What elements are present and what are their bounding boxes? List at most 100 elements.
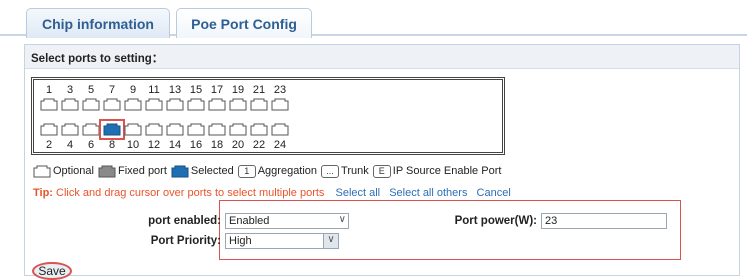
port-5[interactable] bbox=[82, 98, 100, 111]
port-selector: 1 3 5 7 9 11 13 15 17 19 21 23 2 4 6 8 10 12 14 16 18 20 22 24 bbox=[31, 77, 505, 155]
legend-optional-label: Optional bbox=[53, 165, 94, 177]
port-icon bbox=[103, 123, 121, 136]
port-12[interactable] bbox=[145, 123, 163, 136]
port-number: 3 bbox=[66, 84, 74, 96]
legend-ip-source-label: IP Source Enable Port bbox=[392, 165, 502, 177]
tab-poe-port-config[interactable]: Poe Port Config bbox=[176, 8, 312, 38]
chevron-down-icon: ∨ bbox=[338, 214, 346, 225]
port-icon bbox=[271, 123, 289, 136]
port-enabled-select[interactable]: Enabled ∨ bbox=[225, 213, 349, 229]
select-all-others-link[interactable]: Select all others bbox=[389, 187, 467, 199]
port-19[interactable] bbox=[229, 98, 247, 111]
port-priority-label: Port Priority: bbox=[150, 235, 221, 247]
port-22[interactable] bbox=[250, 123, 268, 136]
port-number: 16 bbox=[189, 139, 203, 151]
port-7[interactable] bbox=[103, 98, 121, 111]
save-button-label: Save bbox=[38, 264, 66, 278]
port-9[interactable] bbox=[124, 98, 142, 111]
port-priority-value: High bbox=[229, 235, 252, 247]
port-number: 15 bbox=[189, 84, 203, 96]
port-16[interactable] bbox=[187, 123, 205, 136]
port-number: 11 bbox=[148, 84, 160, 96]
port-power-input[interactable]: 23 bbox=[541, 213, 667, 229]
selected-port-icon bbox=[171, 165, 189, 177]
port-20[interactable] bbox=[229, 123, 247, 136]
port-icon bbox=[166, 98, 184, 111]
optional-port-icon bbox=[33, 165, 51, 177]
port-number: 17 bbox=[210, 84, 224, 96]
port-icon bbox=[61, 98, 79, 111]
port-icon bbox=[40, 98, 58, 111]
port-number: 9 bbox=[129, 84, 137, 96]
port-14[interactable] bbox=[166, 123, 184, 136]
port-icon bbox=[250, 98, 268, 111]
port-number: 2 bbox=[45, 139, 53, 151]
port-number: 22 bbox=[252, 139, 266, 151]
cancel-link[interactable]: Cancel bbox=[477, 187, 511, 199]
port-23[interactable] bbox=[271, 98, 289, 111]
port-icon bbox=[124, 98, 142, 111]
legend-aggregation-label: Aggregation bbox=[257, 165, 318, 177]
port-enabled-label: port enabled: bbox=[148, 215, 221, 227]
port-21[interactable] bbox=[250, 98, 268, 111]
tip-text: Click and drag cursor over ports to sele… bbox=[56, 187, 325, 199]
port-15[interactable] bbox=[187, 98, 205, 111]
port-24[interactable] bbox=[271, 123, 289, 136]
fixed-port-icon bbox=[98, 165, 116, 177]
trunk-badge-icon: ... bbox=[321, 164, 340, 178]
port-number: 12 bbox=[147, 139, 161, 151]
legend-aggregation: 1 Aggregation bbox=[237, 164, 318, 178]
port-13[interactable] bbox=[166, 98, 184, 111]
aggregation-badge-icon: 1 bbox=[237, 164, 256, 178]
legend-selected: Selected bbox=[171, 165, 234, 178]
port-number: 24 bbox=[273, 139, 287, 151]
form-highlight-frame bbox=[219, 200, 681, 260]
port-icon bbox=[82, 123, 100, 136]
tab-bar: Chip information Poe Port Config bbox=[0, 0, 747, 38]
legend-ip-source: E IP Source Enable Port bbox=[372, 164, 502, 178]
legend-optional: Optional bbox=[33, 165, 94, 178]
port-4[interactable] bbox=[61, 123, 79, 136]
legend-trunk-label: Trunk bbox=[341, 165, 369, 177]
port-priority-select[interactable]: High ∨ bbox=[225, 233, 339, 249]
port-number: 7 bbox=[108, 84, 116, 96]
port-number: 19 bbox=[231, 84, 245, 96]
legend-selected-label: Selected bbox=[190, 165, 234, 177]
port-icon bbox=[187, 98, 205, 111]
port-17[interactable] bbox=[208, 98, 226, 111]
port-6[interactable] bbox=[82, 123, 100, 136]
port-icon bbox=[103, 98, 121, 111]
port-power-label: Port power(W): bbox=[454, 215, 537, 227]
port-number: 23 bbox=[273, 84, 287, 96]
port-icon bbox=[208, 123, 226, 136]
port-number: 5 bbox=[87, 84, 95, 96]
tip-line: Tip: Click and drag cursor over ports to… bbox=[33, 187, 511, 199]
port-legend: Optional Fixed port Selected 1 Aggregati… bbox=[33, 163, 505, 179]
tab-chip-information[interactable]: Chip information bbox=[26, 8, 170, 38]
port-3[interactable] bbox=[61, 98, 79, 111]
port-number: 18 bbox=[210, 139, 224, 151]
ip-source-badge-icon: E bbox=[372, 164, 391, 178]
save-button[interactable]: Save bbox=[32, 262, 72, 280]
port-18[interactable] bbox=[208, 123, 226, 136]
port-icon bbox=[40, 123, 58, 136]
port-8[interactable] bbox=[99, 119, 125, 140]
port-1[interactable] bbox=[40, 98, 58, 111]
tip-label: Tip: bbox=[33, 187, 53, 199]
port-icon bbox=[145, 98, 163, 111]
port-11[interactable] bbox=[145, 98, 163, 111]
port-config-panel: Select ports to setting： 1 3 5 7 9 11 13 15 17 19… bbox=[24, 44, 740, 280]
port-number: 8 bbox=[108, 139, 116, 151]
port-enabled-value: Enabled bbox=[229, 215, 270, 227]
legend-fixed: Fixed port bbox=[98, 165, 167, 178]
port-2[interactable] bbox=[40, 123, 58, 136]
select-all-link[interactable]: Select all bbox=[335, 187, 380, 199]
panel-title: Select ports to setting： bbox=[25, 45, 739, 69]
port-10[interactable] bbox=[124, 123, 142, 136]
port-number: 21 bbox=[252, 84, 266, 96]
port-number: 20 bbox=[231, 139, 245, 151]
port-icon bbox=[271, 98, 289, 111]
port-icon bbox=[187, 123, 205, 136]
port-icon bbox=[208, 98, 226, 111]
port-number: 4 bbox=[66, 139, 74, 151]
